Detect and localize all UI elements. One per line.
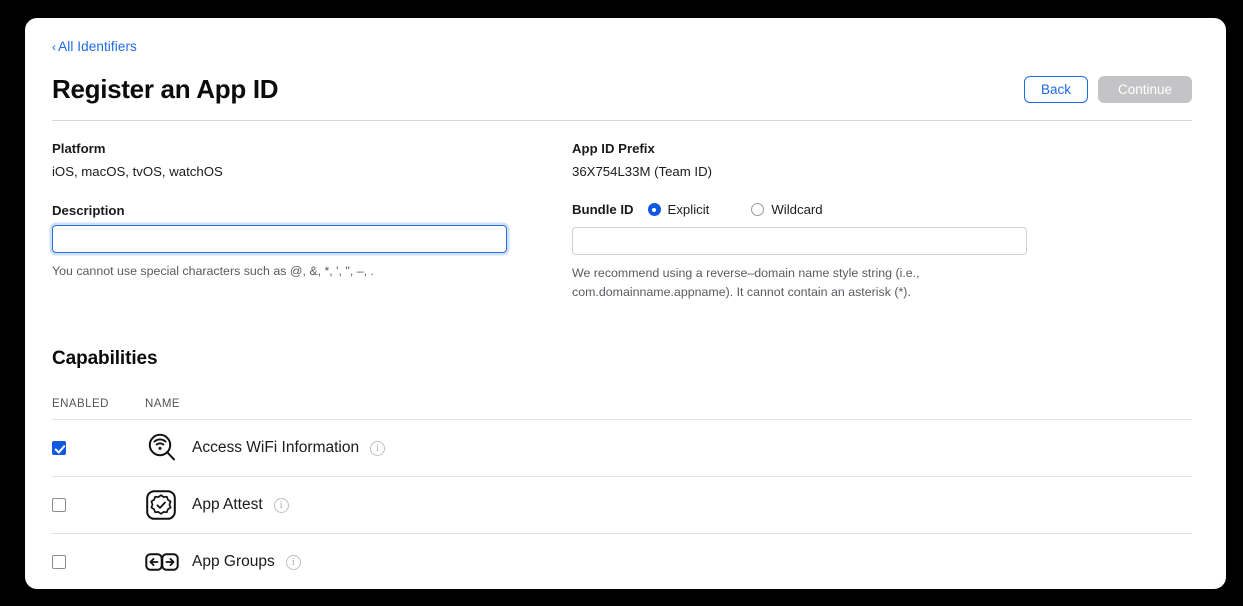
description-input[interactable]	[52, 225, 507, 253]
browser-page: ‹ All Identifiers Register an App ID Back…	[25, 18, 1226, 589]
table-row[interactable]: App Attest i	[52, 477, 1192, 534]
breadcrumb-all-identifiers[interactable]: ‹ All Identifiers	[52, 38, 137, 56]
form-column-right: App ID Prefix 36X754L33M (Team ID) Bundl…	[572, 140, 1192, 302]
bundle-id-field: Bundle ID Explicit Wildcard We recommend…	[572, 202, 1192, 302]
info-icon[interactable]: i	[273, 497, 289, 513]
radio-dot-icon	[751, 203, 765, 216]
description-label: Description	[52, 203, 125, 218]
app-attest-badge-icon	[145, 489, 190, 521]
platform-label: Platform	[52, 141, 106, 156]
platform-value: iOS, macOS, tvOS, watchOS	[52, 164, 223, 179]
table-row[interactable]: Access WiFi Information i	[52, 420, 1192, 477]
capability-checkbox-app-attest[interactable]	[52, 498, 66, 512]
bundle-id-input[interactable]	[572, 227, 1027, 255]
description-helper-text: You cannot use special characters such a…	[52, 264, 374, 278]
platform-field: Platform iOS, macOS, tvOS, watchOS	[52, 140, 572, 181]
info-icon[interactable]: i	[370, 440, 386, 456]
capability-name: App Groups	[192, 553, 275, 570]
column-header-enabled: ENABLED	[52, 398, 109, 410]
back-button[interactable]: Back	[1023, 75, 1088, 103]
page-title: Register an App ID	[52, 73, 279, 104]
info-icon[interactable]: i	[285, 554, 301, 570]
radio-dot-icon	[647, 203, 661, 216]
table-row[interactable]: App Groups i	[52, 534, 1192, 589]
capability-name: Access WiFi Information	[192, 439, 360, 456]
capabilities-title: Capabilities	[52, 348, 158, 369]
bundle-id-options: Bundle ID Explicit Wildcard	[572, 202, 1192, 217]
app-id-prefix-field: App ID Prefix 36X754L33M (Team ID)	[572, 140, 1192, 181]
radio-bundle-wildcard[interactable]: Wildcard	[751, 202, 823, 217]
breadcrumb-label: All Identifiers	[58, 39, 137, 54]
page-content: ‹ All Identifiers Register an App ID Back…	[52, 38, 1192, 589]
bundle-id-helper-line1: We recommend using a reverse–domain name…	[572, 266, 920, 280]
app-id-prefix-label: App ID Prefix	[572, 141, 655, 156]
bundle-id-label: Bundle ID	[572, 202, 634, 217]
description-field: Description You cannot use special chara…	[52, 202, 572, 281]
page-header: Register an App ID Back Continue	[52, 72, 1192, 106]
chevron-left-icon: ‹	[52, 40, 57, 54]
capability-enabled-cell	[52, 498, 145, 512]
column-header-name: NAME	[145, 398, 181, 410]
capability-enabled-cell	[52, 555, 145, 569]
form-column-left: Platform iOS, macOS, tvOS, watchOS Descr…	[52, 140, 572, 302]
wifi-magnifier-icon	[145, 431, 190, 465]
capability-name: App Attest	[192, 496, 263, 513]
radio-label-wildcard: Wildcard	[771, 202, 823, 217]
capability-checkbox-app-groups[interactable]	[52, 555, 66, 569]
capabilities-table-header: ENABLED NAME	[52, 398, 1192, 410]
bundle-id-helper-line2: com.domainname.appname). It cannot conta…	[572, 285, 911, 299]
header-divider	[52, 120, 1192, 121]
app-id-form: Platform iOS, macOS, tvOS, watchOS Descr…	[52, 140, 1192, 302]
app-groups-arrows-icon	[145, 549, 190, 575]
capability-checkbox-access-wifi-information[interactable]	[52, 441, 66, 455]
continue-button[interactable]: Continue	[1097, 75, 1192, 103]
app-id-prefix-value: 36X754L33M (Team ID)	[572, 164, 712, 179]
radio-bundle-explicit[interactable]: Explicit	[647, 202, 710, 217]
capability-enabled-cell	[52, 441, 145, 455]
radio-label-explicit: Explicit	[667, 202, 710, 217]
header-actions: Back Continue	[1023, 75, 1192, 103]
screenshot-viewport: ‹ All Identifiers Register an App ID Back…	[0, 0, 1243, 606]
